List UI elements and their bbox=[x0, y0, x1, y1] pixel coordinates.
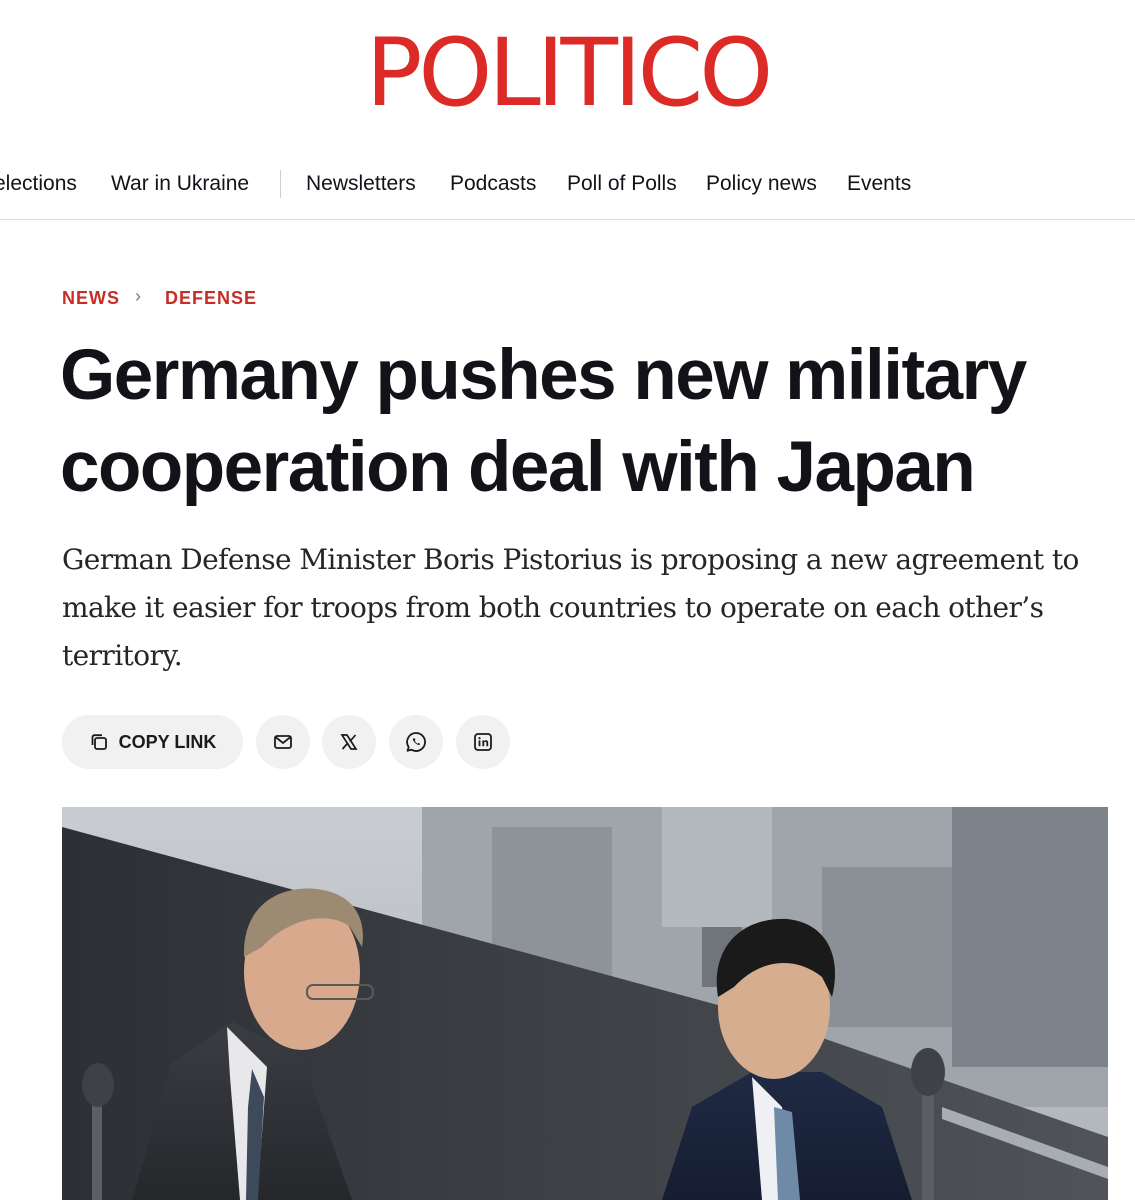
breadcrumb-defense[interactable]: DEFENSE bbox=[165, 288, 257, 309]
linkedin-share-button[interactable] bbox=[456, 715, 510, 769]
nav-item-elections[interactable]: elections bbox=[0, 170, 77, 198]
article-hero-photo bbox=[62, 807, 1108, 1200]
breadcrumb-news[interactable]: NEWS bbox=[62, 288, 120, 309]
nav-item-war-in-ukraine[interactable]: War in Ukraine bbox=[111, 170, 249, 198]
copy-link-label: COPY LINK bbox=[118, 731, 217, 752]
headline-line-2: cooperation deal with Japan bbox=[60, 428, 976, 507]
nav-item-poll-of-polls[interactable]: Poll of Polls bbox=[567, 170, 677, 198]
masthead: POLITICO bbox=[0, 0, 1135, 140]
article-dek: German Defense Minister Boris Pistorius … bbox=[62, 543, 1079, 672]
whatsapp-share-button[interactable] bbox=[389, 715, 443, 769]
politico-logo[interactable]: POLITICO bbox=[0, 18, 1135, 130]
linkedin-icon bbox=[474, 733, 492, 751]
copy-link-button[interactable]: COPY LINK bbox=[62, 715, 243, 769]
nav-divider bbox=[280, 170, 281, 198]
x-share-button[interactable] bbox=[322, 715, 376, 769]
email-share-button[interactable] bbox=[256, 715, 310, 769]
mail-icon bbox=[274, 735, 292, 749]
main-nav: elections War in Ukraine Newsletters Pod… bbox=[0, 148, 1135, 220]
hero-photo-illustration bbox=[62, 807, 1108, 1200]
headline-line-1: Germany pushes new military bbox=[60, 336, 1027, 415]
nav-item-podcasts[interactable]: Podcasts bbox=[450, 170, 536, 198]
x-icon bbox=[340, 734, 358, 750]
nav-item-events[interactable]: Events bbox=[847, 170, 911, 198]
chevron-right-icon: › bbox=[135, 286, 142, 306]
nav-item-newsletters[interactable]: Newsletters bbox=[306, 170, 416, 198]
copy-icon bbox=[91, 734, 107, 750]
nav-item-policy-news[interactable]: Policy news bbox=[706, 170, 817, 198]
whatsapp-icon bbox=[406, 732, 426, 752]
article-headline: Germany pushes new military cooperation … bbox=[60, 330, 1110, 514]
